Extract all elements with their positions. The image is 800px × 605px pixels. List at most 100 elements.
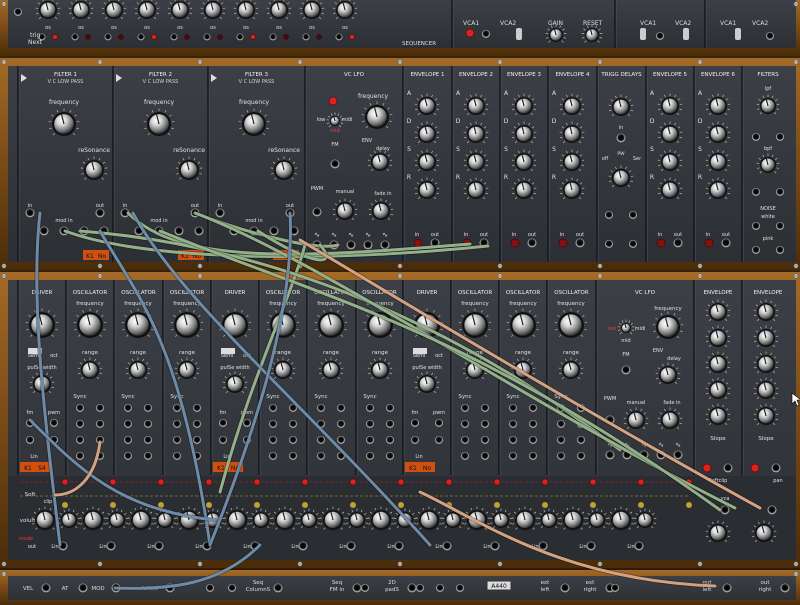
kb-jack[interactable] xyxy=(273,583,283,593)
filters-out-jack[interactable] xyxy=(776,188,784,196)
envelope-out-jack[interactable] xyxy=(771,463,781,473)
trigg-out-jack[interactable] xyxy=(629,211,637,219)
filter-mod-jack[interactable] xyxy=(39,226,49,236)
filter-mod-jack[interactable] xyxy=(174,226,184,236)
kb-jack[interactable] xyxy=(352,583,362,593)
channel-out-jack[interactable] xyxy=(394,541,404,551)
oscillator-jack[interactable] xyxy=(481,436,489,444)
sequencer-jack[interactable] xyxy=(71,33,79,41)
sequencer-jack[interactable] xyxy=(269,33,277,41)
kb-jack[interactable] xyxy=(228,584,236,592)
oscillator-jack[interactable] xyxy=(269,452,277,460)
filter-in-jack[interactable] xyxy=(215,208,225,218)
lfo-fm-jack[interactable] xyxy=(621,365,631,375)
channel-out-jack[interactable] xyxy=(298,541,308,551)
driver-pwm-jack[interactable] xyxy=(243,419,251,427)
driver-fm-jack[interactable] xyxy=(411,419,419,427)
vca-toggle[interactable] xyxy=(735,28,741,40)
lfo-out-jack[interactable] xyxy=(346,240,356,250)
oscillator-jack[interactable] xyxy=(461,436,469,444)
oscillator-jack[interactable] xyxy=(96,404,104,412)
kb-jack[interactable] xyxy=(78,583,88,593)
kb-jack[interactable] xyxy=(780,583,790,593)
oscillator-jack[interactable] xyxy=(269,404,277,412)
sequencer-jack[interactable] xyxy=(203,33,211,41)
vca-jack[interactable] xyxy=(656,32,664,40)
trigg-in-jack[interactable] xyxy=(616,133,626,143)
oscillator-jack[interactable] xyxy=(529,436,537,444)
oscillator-jack[interactable] xyxy=(461,420,469,428)
oscillator-jack[interactable] xyxy=(337,420,345,428)
oscillator-jack[interactable] xyxy=(366,404,374,412)
oscillator-jack[interactable] xyxy=(124,452,132,460)
kb-jack[interactable] xyxy=(407,583,417,593)
oscillator-jack[interactable] xyxy=(144,420,152,428)
vca-jack[interactable] xyxy=(766,32,774,40)
oscillator-jack[interactable] xyxy=(386,436,394,444)
lfo-fm-jack[interactable] xyxy=(330,159,340,169)
channel-out-jack[interactable] xyxy=(442,541,452,551)
oscillator-jack[interactable] xyxy=(529,404,537,412)
oscillator-jack[interactable] xyxy=(557,420,565,428)
oscillator-jack[interactable] xyxy=(509,452,517,460)
channel-out-jack[interactable] xyxy=(634,541,644,551)
driver-fm-jack[interactable] xyxy=(26,436,34,444)
oscillator-jack[interactable] xyxy=(76,436,84,444)
envelope-out-jack[interactable] xyxy=(575,238,585,248)
sequencer-jack[interactable] xyxy=(170,33,178,41)
oscillator-jack[interactable] xyxy=(269,436,277,444)
driver-semi-display[interactable] xyxy=(221,348,235,354)
lfo-out-jack[interactable] xyxy=(363,240,373,250)
oscillator-jack[interactable] xyxy=(461,452,469,460)
oscillator-jack[interactable] xyxy=(96,420,104,428)
oscillator-jack[interactable] xyxy=(317,404,325,412)
vca-jack[interactable] xyxy=(482,30,490,38)
envelope-out-jack[interactable] xyxy=(673,238,683,248)
trigg-out-jack[interactable] xyxy=(629,240,637,248)
oscillator-jack[interactable] xyxy=(144,404,152,412)
oscillator-jack[interactable] xyxy=(124,436,132,444)
sequencer-jack[interactable] xyxy=(335,33,343,41)
filter-mod-jack[interactable] xyxy=(194,226,204,236)
driver-fm-jack[interactable] xyxy=(219,419,227,427)
oscillator-jack[interactable] xyxy=(577,452,585,460)
noise-pink-jack[interactable] xyxy=(752,246,760,254)
trigg-out-jack[interactable] xyxy=(605,211,613,219)
kb-jack[interactable] xyxy=(416,584,424,592)
oscillator-jack[interactable] xyxy=(577,436,585,444)
oscillator-jack[interactable] xyxy=(193,436,201,444)
oscillator-jack[interactable] xyxy=(557,436,565,444)
oscillator-jack[interactable] xyxy=(509,436,517,444)
channel-out-jack[interactable] xyxy=(490,541,500,551)
oscillator-jack[interactable] xyxy=(269,420,277,428)
kb-jack[interactable] xyxy=(361,584,369,592)
oscillator-jack[interactable] xyxy=(366,420,374,428)
noise-white-jack[interactable] xyxy=(752,222,760,230)
oscillator-jack[interactable] xyxy=(173,452,181,460)
driver-fm-jack[interactable] xyxy=(219,436,227,444)
sequencer-jack[interactable] xyxy=(104,33,112,41)
oscillator-jack[interactable] xyxy=(529,452,537,460)
oscillator-jack[interactable] xyxy=(193,420,201,428)
filter-in-jack[interactable] xyxy=(25,208,35,218)
oscillator-jack[interactable] xyxy=(366,452,374,460)
oscillator-jack[interactable] xyxy=(386,452,394,460)
oscillator-jack[interactable] xyxy=(481,404,489,412)
oscillator-jack[interactable] xyxy=(76,420,84,428)
oscillator-jack[interactable] xyxy=(509,404,517,412)
channel-out-jack[interactable] xyxy=(106,541,116,551)
envelope-out-jack[interactable] xyxy=(723,463,733,473)
channel-out-jack[interactable] xyxy=(154,541,164,551)
driver-pwm-jack[interactable] xyxy=(435,419,443,427)
sequencer-jack[interactable] xyxy=(137,33,145,41)
oscillator-jack[interactable] xyxy=(481,420,489,428)
vca-toggle[interactable] xyxy=(683,28,689,40)
driver-pwm-jack[interactable] xyxy=(50,419,58,427)
filters-in-jack[interactable] xyxy=(752,133,760,141)
oscillator-jack[interactable] xyxy=(509,420,517,428)
oscillator-jack[interactable] xyxy=(193,404,201,412)
oscillator-jack[interactable] xyxy=(173,436,181,444)
lfo-pwm-jack[interactable] xyxy=(312,207,322,217)
kb-jack[interactable] xyxy=(41,583,51,593)
kb-jack[interactable] xyxy=(456,584,464,592)
